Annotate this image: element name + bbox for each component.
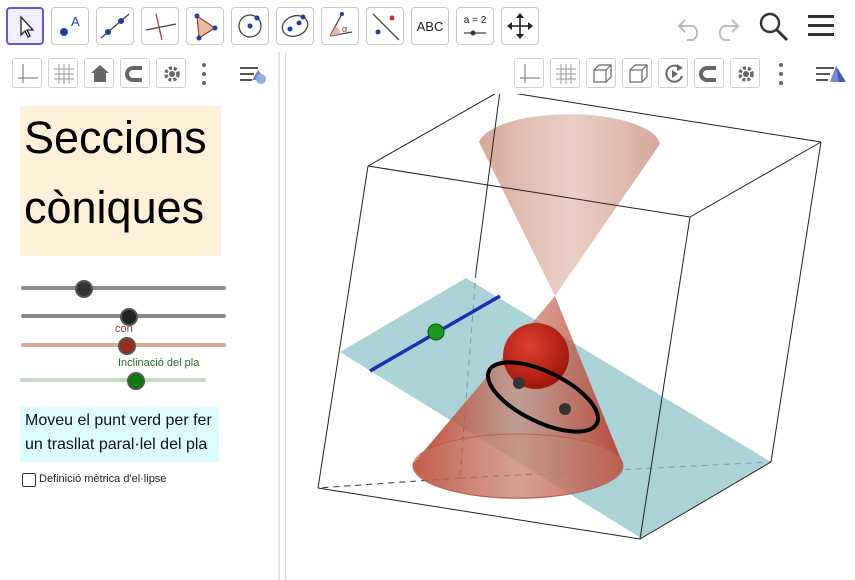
rotate-view-button[interactable] xyxy=(658,58,688,88)
info-box: Moveu el punt verd per fer un trasllat p… xyxy=(20,407,219,462)
view-style-icon[interactable] xyxy=(238,60,272,88)
bounding-box-button[interactable] xyxy=(586,58,616,88)
ellipse-tool-button[interactable] xyxy=(276,7,314,45)
move-graphics-view-tool-button[interactable] xyxy=(501,7,539,45)
polygon-icon xyxy=(194,13,218,41)
axes-icon xyxy=(18,64,38,83)
reflect-icon xyxy=(372,13,400,41)
move-arrows-icon xyxy=(507,13,533,39)
more-vertical-icon[interactable] xyxy=(775,60,787,88)
focus-point-1[interactable] xyxy=(513,377,525,389)
home-button[interactable] xyxy=(84,58,114,88)
line-tool-button[interactable] xyxy=(96,7,134,45)
graphics-3d-view[interactable] xyxy=(286,94,855,580)
magnet-icon xyxy=(699,66,716,82)
slider-inclinacio-knob[interactable] xyxy=(127,372,146,390)
magnet-icon xyxy=(125,66,142,82)
title-line-2: còniques xyxy=(24,182,205,233)
lower-cone-base xyxy=(412,433,624,499)
metric-definition-checkbox[interactable] xyxy=(22,473,36,487)
angle-icon: α xyxy=(329,12,353,37)
cursor-icon xyxy=(20,15,35,38)
view-style-icon[interactable] xyxy=(814,60,850,88)
slider-1[interactable] xyxy=(21,278,226,298)
angle-tool-button[interactable]: α xyxy=(321,7,359,45)
focus-point-2[interactable] xyxy=(559,403,571,415)
slider-con-knob[interactable] xyxy=(117,337,136,355)
home-icon xyxy=(91,65,109,82)
text-tool-button[interactable]: ABC xyxy=(411,7,449,45)
clipping-button[interactable] xyxy=(622,58,652,88)
line-icon xyxy=(100,13,130,39)
slider-tool-button[interactable]: a = 2 xyxy=(456,7,494,45)
text-tool-label: ABC xyxy=(416,18,444,34)
gear-icon xyxy=(738,66,754,82)
info-line-1: Moveu el punt verd per fer xyxy=(25,412,212,429)
slider-con[interactable] xyxy=(21,335,226,355)
panel-splitter[interactable] xyxy=(278,52,280,580)
rotate-icon xyxy=(665,64,683,83)
move-tool-button[interactable] xyxy=(6,7,44,45)
redo-icon[interactable] xyxy=(710,10,742,42)
main-toolbar: A α ABC a = 2 xyxy=(0,0,855,52)
perpendicular-line-tool-button[interactable] xyxy=(141,7,179,45)
settings3d-button[interactable] xyxy=(730,58,760,88)
slider-inclinacio[interactable] xyxy=(20,370,206,390)
gear-icon xyxy=(164,66,180,82)
circle-icon xyxy=(238,14,262,38)
slider-1-knob[interactable] xyxy=(74,280,93,298)
info-line-2: un trasllat paral·lel del pla xyxy=(25,436,208,453)
slider-icon xyxy=(464,30,486,36)
search-icon[interactable] xyxy=(757,10,791,44)
graphics3d-style-bar xyxy=(508,54,855,94)
slider-inclinacio-label: Inclinació del pla xyxy=(118,357,200,369)
cube-icon xyxy=(593,64,612,83)
settings-button[interactable] xyxy=(156,58,186,88)
snap-button[interactable] xyxy=(120,58,150,88)
grid-toggle-button[interactable] xyxy=(48,58,78,88)
circle-tool-button[interactable] xyxy=(231,7,269,45)
ellipse-icon xyxy=(281,14,309,38)
upper-cone[interactable] xyxy=(479,114,660,296)
slider-con-label: con xyxy=(115,323,133,335)
slider-inclinacio-track xyxy=(20,378,206,382)
more-vertical-icon[interactable] xyxy=(198,60,210,88)
grid-icon xyxy=(556,64,576,84)
title-line-1: Seccions xyxy=(24,112,207,163)
svg-text:α: α xyxy=(342,24,347,34)
axes-toggle-button[interactable] xyxy=(12,58,42,88)
reflect-tool-button[interactable] xyxy=(366,7,404,45)
grid-icon xyxy=(54,64,74,84)
snap3d-button[interactable] xyxy=(694,58,724,88)
slider-1-track xyxy=(21,286,226,290)
menu-icon[interactable] xyxy=(806,10,836,42)
title-box: Seccions còniques xyxy=(20,106,221,256)
perpendicular-line-icon xyxy=(145,13,177,41)
axes3d-toggle-button[interactable] xyxy=(514,58,544,88)
clipping-cube-icon xyxy=(629,64,648,83)
metric-definition-label: Definició mètrica d'el·lipse xyxy=(39,473,167,485)
polygon-tool-button[interactable] xyxy=(186,7,224,45)
green-point[interactable] xyxy=(427,323,445,341)
algebra-style-bar xyxy=(6,54,278,94)
axes-icon xyxy=(520,64,540,83)
undo-icon[interactable] xyxy=(675,10,707,42)
svg-text:A: A xyxy=(71,14,80,29)
point-icon: A xyxy=(60,14,80,36)
point-tool-button[interactable]: A xyxy=(51,7,89,45)
grid3d-toggle-button[interactable] xyxy=(550,58,580,88)
